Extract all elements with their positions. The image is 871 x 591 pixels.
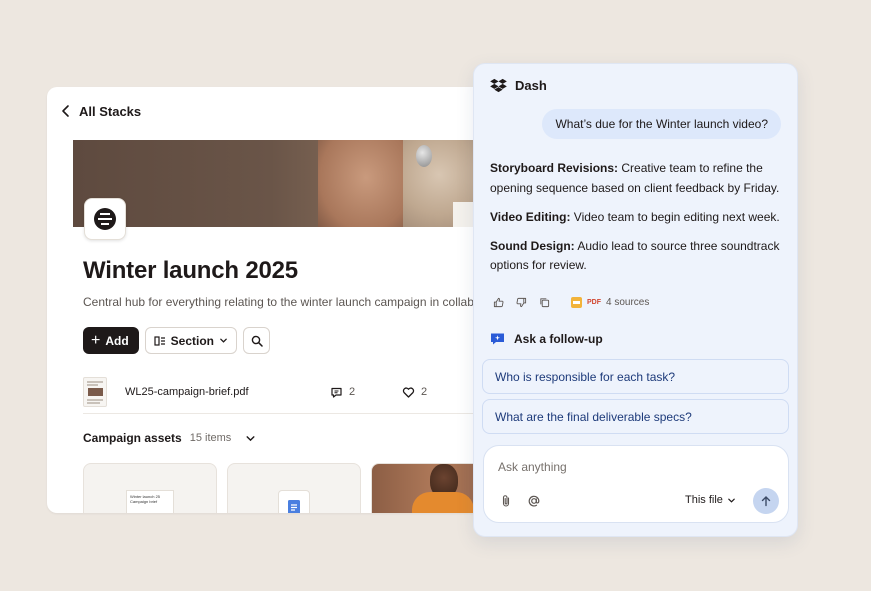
arrow-up-icon	[761, 496, 771, 507]
chevron-left-icon	[62, 105, 69, 117]
search-button[interactable]	[243, 327, 271, 354]
asset-tile-google-doc[interactable]	[227, 463, 361, 513]
chevron-down-icon	[220, 338, 227, 343]
answer-item-label: Sound Design:	[490, 238, 575, 253]
answer-item: Sound Design: Audio lead to source three…	[490, 237, 786, 276]
google-doc-icon	[278, 490, 310, 513]
answer-item-label: Video Editing:	[490, 209, 571, 224]
back-link-label: All Stacks	[79, 103, 142, 119]
back-to-all-stacks-link[interactable]: All Stacks	[59, 101, 141, 121]
user-message: What’s due for the Winter launch video?	[542, 109, 781, 139]
stack-toolbar: + Add Section	[83, 327, 271, 354]
followup-suggestion[interactable]: What are the final deliverable specs?	[482, 399, 789, 434]
search-icon	[251, 335, 263, 347]
dash-title: Dash	[515, 78, 547, 93]
at-icon[interactable]	[526, 493, 542, 509]
stack-card: All Stacks Winter launch 2025 Central hu…	[47, 87, 507, 513]
file-comments[interactable]: 2	[330, 386, 402, 399]
section-layout-icon	[154, 335, 165, 346]
like-count: 2	[421, 386, 428, 398]
assistant-answer: Storyboard Revisions: Creative team to r…	[490, 159, 786, 285]
stack-cover-image	[73, 140, 507, 227]
add-button[interactable]: + Add	[83, 327, 139, 354]
divider	[83, 413, 493, 414]
comment-icon	[331, 387, 342, 398]
answer-item-text: Video team to begin editing next week.	[570, 209, 780, 224]
pdf-file-label: PDF	[587, 298, 601, 306]
followup-heading: Ask a follow-up	[490, 332, 603, 346]
slides-file-icon	[571, 296, 582, 308]
campaign-assets-header[interactable]: Campaign assets 15 items	[83, 430, 256, 446]
asset-tile-campaign-brief[interactable]: Winter launch 25 Campaign brief	[83, 463, 217, 513]
send-button[interactable]	[753, 488, 779, 514]
chevron-down-icon	[246, 435, 255, 441]
stack-title: Winter launch 2025	[83, 257, 298, 284]
document-preview: Winter launch 25 Campaign brief	[126, 490, 174, 513]
answer-item: Storyboard Revisions: Creative team to r…	[490, 159, 786, 198]
plus-icon: +	[91, 331, 101, 349]
chevron-down-icon	[728, 498, 735, 503]
dropbox-logo-icon	[490, 78, 507, 93]
chat-sparkle-icon	[491, 333, 504, 345]
answer-actions: PDF 4 sources	[492, 294, 649, 310]
message-composer: This file	[483, 445, 789, 523]
dash-assistant-panel: Dash What’s due for the Winter launch vi…	[473, 63, 798, 537]
answer-item-label: Storyboard Revisions:	[490, 161, 619, 175]
copy-icon[interactable]	[538, 296, 551, 309]
section-button-label: Section	[170, 333, 215, 348]
file-row[interactable]: WL25-campaign-brief.pdf 2 2	[83, 375, 493, 409]
answer-item: Video Editing: Video team to begin editi…	[490, 208, 786, 228]
item-count: 15 items	[189, 432, 232, 444]
stack-logo	[84, 198, 126, 240]
scope-label: This file	[685, 494, 723, 506]
paperclip-icon[interactable]	[498, 493, 514, 509]
ask-input[interactable]	[498, 458, 768, 476]
scope-selector[interactable]: This file	[685, 494, 736, 506]
add-button-label: Add	[105, 333, 129, 348]
file-likes[interactable]: 2	[402, 386, 474, 399]
thumbs-down-icon[interactable]	[515, 296, 528, 309]
file-name: WL25-campaign-brief.pdf	[125, 386, 249, 398]
section-button[interactable]: Section	[144, 327, 238, 354]
sources-count: 4 sources	[606, 296, 650, 308]
comment-count: 2	[349, 386, 356, 398]
thumbs-up-icon[interactable]	[492, 296, 505, 309]
section-title: Campaign assets	[83, 431, 182, 445]
followup-heading-label: Ask a follow-up	[514, 332, 603, 346]
heart-icon	[402, 386, 415, 398]
stack-description: Central hub for everything relating to t…	[83, 295, 483, 309]
composer-tools	[498, 493, 542, 509]
dash-header: Dash	[490, 78, 547, 93]
document-preview-text: Winter launch 25 Campaign brief	[130, 494, 161, 504]
followup-suggestion[interactable]: Who is responsible for each task?	[482, 359, 789, 394]
file-thumbnail	[83, 377, 107, 407]
sources-button[interactable]: PDF 4 sources	[571, 296, 650, 308]
